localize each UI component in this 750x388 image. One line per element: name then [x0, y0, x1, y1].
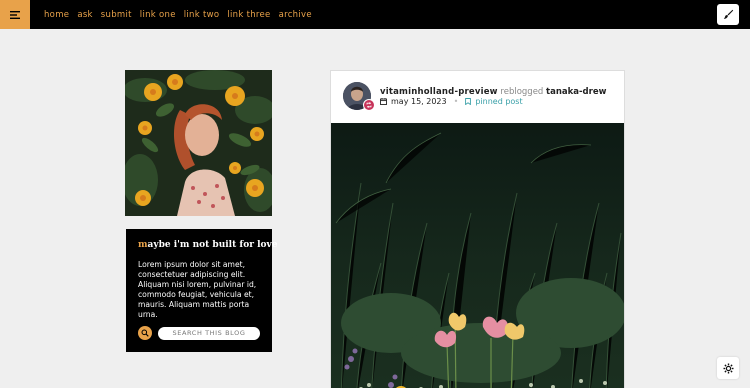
bookmark-icon [465, 98, 472, 105]
post-attribution: vitaminholland-preview reblogged tanaka-… [380, 87, 606, 97]
blog-avatar-image [125, 70, 272, 216]
nav-link-three[interactable]: link three [227, 10, 270, 20]
post-header: vitaminholland-preview reblogged tanaka-… [331, 71, 624, 123]
nav-link-one[interactable]: link one [140, 10, 176, 20]
paintbrush-icon [723, 9, 733, 19]
nav-submit[interactable]: submit [101, 10, 132, 20]
nav-ask[interactable]: ask [77, 10, 92, 20]
search-icon[interactable] [138, 326, 152, 340]
top-nav: home ask submit link one link two link t… [44, 0, 312, 29]
reblogged-label: reblogged [500, 87, 544, 97]
post-date[interactable]: may 15, 2023 [391, 97, 447, 106]
post-source[interactable]: tanaka-drew [546, 87, 606, 97]
calendar-icon [380, 98, 387, 105]
post-photo [331, 123, 624, 388]
settings-icon [723, 363, 733, 373]
post-username[interactable]: vitaminholland-preview [380, 87, 498, 97]
menu-button[interactable] [0, 0, 30, 29]
reblog-icon [366, 102, 372, 108]
search-input[interactable] [158, 326, 260, 340]
top-bar: home ask submit link one link two link t… [0, 0, 750, 29]
customize-button[interactable] [717, 4, 739, 25]
blog-title-initial: m [138, 240, 148, 250]
nav-link-two[interactable]: link two [184, 10, 220, 20]
blog-description-box: maybe i'm not built for love Lorem ipsum… [126, 229, 278, 352]
tumblr-controls-button[interactable] [717, 357, 739, 379]
post-meta: may 15, 2023 • pinned post [380, 97, 523, 106]
nav-archive[interactable]: archive [279, 10, 312, 20]
nav-home[interactable]: home [44, 10, 69, 20]
pinned-label: pinned post [475, 97, 523, 106]
menu-lines-icon [10, 10, 20, 19]
reblog-badge [363, 99, 375, 111]
meta-separator: • [453, 97, 459, 106]
blog-title-rest: aybe i'm not built for love [147, 240, 278, 250]
search-row [138, 326, 260, 340]
post: vitaminholland-preview reblogged tanaka-… [330, 70, 625, 388]
blog-title: maybe i'm not built for love [138, 240, 278, 250]
blog-description: Lorem ipsum dolor sit amet, consectetuer… [138, 260, 257, 319]
